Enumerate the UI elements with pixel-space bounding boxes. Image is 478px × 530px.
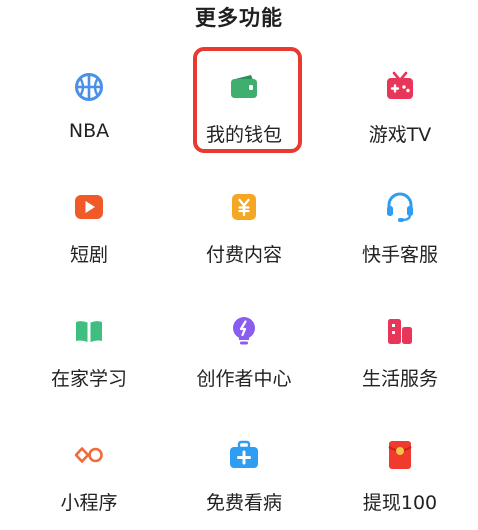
feature-game-tv[interactable]: 游戏TV	[318, 44, 478, 164]
basketball-icon	[72, 70, 106, 104]
section-title: 更多功能	[195, 6, 283, 30]
feature-label: 生活服务	[361, 368, 438, 390]
feature-label: 游戏TV	[368, 124, 432, 146]
feature-label: 付费内容	[205, 244, 282, 266]
feature-free-consultation[interactable]: 免费看病	[158, 412, 318, 524]
play-icon	[72, 190, 106, 224]
feature-label: 免费看病	[205, 492, 282, 514]
more-features-panel: 更多功能 NBA 我的钱包 游戏TV 短剧 付费内容 快手客服 在家学习 创作者…	[0, 0, 478, 530]
feature-label: NBA	[68, 120, 110, 142]
feature-nba[interactable]: NBA	[0, 44, 158, 164]
feature-grid: NBA 我的钱包 游戏TV 短剧 付费内容 快手客服 在家学习 创作者中心 生活…	[0, 44, 478, 524]
feature-label: 在家学习	[50, 368, 127, 390]
feature-home-study[interactable]: 在家学习	[0, 288, 158, 412]
book-icon	[72, 314, 106, 348]
headset-icon	[383, 190, 417, 224]
yuan-icon	[227, 190, 261, 224]
feature-mini-program[interactable]: 小程序	[0, 412, 158, 524]
medical-kit-icon	[227, 438, 261, 472]
feature-label: 快手客服	[361, 244, 438, 266]
feature-short-drama[interactable]: 短剧	[0, 164, 158, 288]
feature-label: 提现100	[362, 492, 438, 514]
feature-label: 我的钱包	[205, 124, 282, 146]
feature-label: 小程序	[60, 492, 118, 514]
feature-label: 短剧	[69, 244, 108, 266]
buildings-icon	[383, 314, 417, 348]
mini-program-icon	[72, 438, 106, 472]
feature-label: 创作者中心	[196, 368, 292, 390]
red-envelope-icon	[383, 438, 417, 472]
feature-paid-content[interactable]: 付费内容	[158, 164, 318, 288]
wallet-icon	[227, 70, 261, 104]
feature-customer-service[interactable]: 快手客服	[318, 164, 478, 288]
feature-withdraw-100[interactable]: 提现100	[318, 412, 478, 524]
feature-life-services[interactable]: 生活服务	[318, 288, 478, 412]
lightbulb-icon	[227, 314, 261, 348]
feature-creator-center[interactable]: 创作者中心	[158, 288, 318, 412]
feature-wallet[interactable]: 我的钱包	[158, 44, 318, 164]
game-tv-icon	[383, 70, 417, 104]
